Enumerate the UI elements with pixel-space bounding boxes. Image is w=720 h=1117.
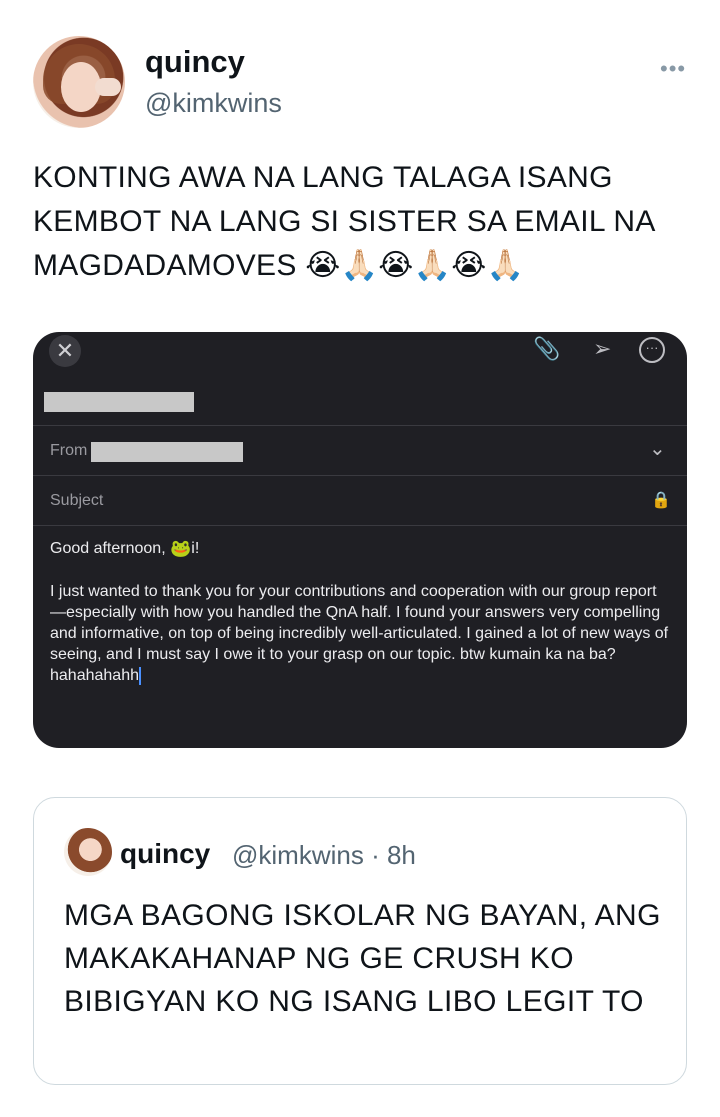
frog-icon: 🐸 <box>170 539 192 558</box>
more-options-icon[interactable]: ••• <box>660 56 686 82</box>
avatar[interactable] <box>33 36 125 128</box>
greeting-suffix: i! <box>191 540 200 558</box>
quoted-display-name: quincy <box>120 838 211 869</box>
quoted-handle-time: @kimkwins · 8h <box>232 840 416 870</box>
avatar-hand <box>95 78 121 96</box>
quoted-tweet[interactable]: quincy @kimkwins · 8h MGA BAGONG ISKOLAR… <box>33 797 687 1085</box>
divider <box>33 425 687 426</box>
subject-field: Subject <box>50 492 104 509</box>
chevron-down-icon: ⌄ <box>649 438 666 460</box>
text-cursor <box>138 666 141 685</box>
send-icon: ➢ <box>593 336 612 361</box>
tweet-text: KONTING AWA NA LANG TALAGA ISANG KEMBOT … <box>33 161 654 282</box>
quoted-avatar <box>64 828 112 876</box>
from-label: From <box>50 442 88 459</box>
display-name[interactable]: quincy <box>145 44 245 80</box>
email-body: I just wanted to thank you for your cont… <box>50 581 670 686</box>
email-screenshot[interactable]: ✕ 📎 ➢ ··· From ⌄ Subject 🔒 Good afternoo… <box>33 332 687 748</box>
divider <box>33 525 687 526</box>
email-body-text: I just wanted to thank you for your cont… <box>50 583 669 684</box>
more-icon: ··· <box>639 337 665 363</box>
lock-icon: 🔒 <box>651 492 671 509</box>
greeting-text: Good afternoon, <box>50 540 166 558</box>
divider <box>33 475 687 476</box>
handle[interactable]: @kimkwins <box>145 88 282 119</box>
attachment-icon: 📎 <box>533 336 561 361</box>
email-greeting: Good afternoon, 🐸i! <box>50 539 199 559</box>
close-icon: ✕ <box>49 335 81 367</box>
quoted-tweet-text: MGA BAGONG ISKOLAR NG BAYAN, ANG MAKAKAH… <box>64 899 661 1018</box>
redacted-from <box>91 442 243 462</box>
redacted-recipient <box>44 392 194 412</box>
